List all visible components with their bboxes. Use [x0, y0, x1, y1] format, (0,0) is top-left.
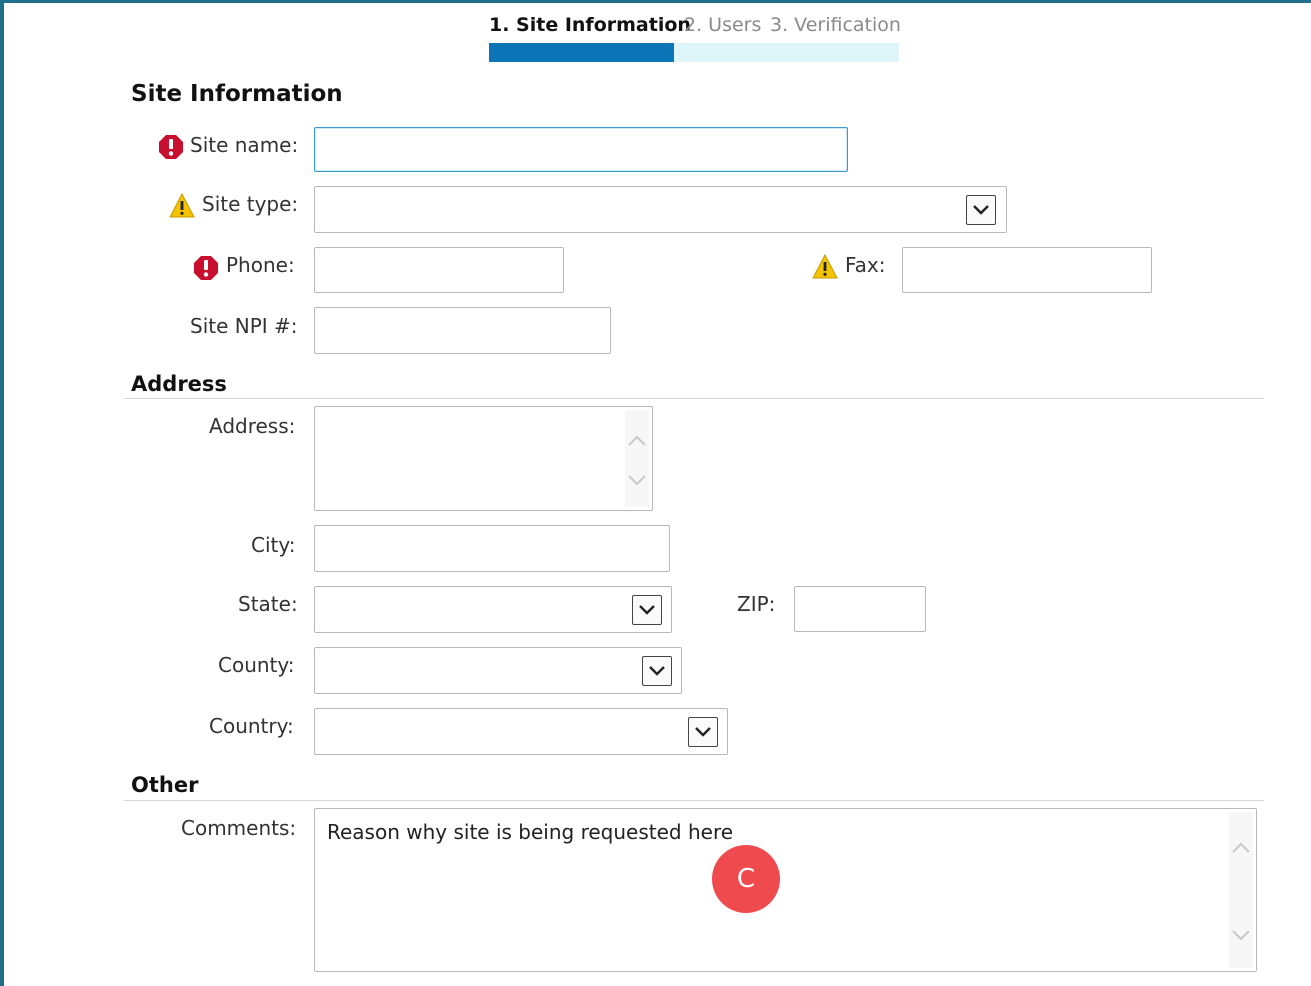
step-verification[interactable]: 3. Verification [770, 14, 901, 36]
state-dropdown-button[interactable] [632, 595, 662, 625]
site-type-dropdown-button[interactable] [966, 195, 996, 225]
country-label: Country: [209, 714, 294, 738]
site-type-select[interactable] [314, 186, 1007, 233]
fax-input[interactable] [902, 247, 1152, 293]
required-icon [194, 256, 218, 280]
state-select[interactable] [314, 586, 672, 633]
section-title-address: Address [131, 372, 227, 396]
progress-fill [489, 43, 674, 62]
section-title-other: Other [131, 773, 199, 797]
country-select[interactable] [314, 708, 728, 755]
county-dropdown-button[interactable] [642, 656, 672, 686]
comments-textarea[interactable]: Reason why site is being requested here [314, 808, 1257, 972]
site-name-label: Site name: [190, 133, 299, 157]
step-site-information[interactable]: 1. Site Information [489, 14, 691, 36]
comments-value: Reason why site is being requested here [327, 820, 734, 844]
scroll-down-icon[interactable] [1231, 925, 1251, 945]
chevron-down-icon [695, 727, 711, 737]
fax-label: Fax: [845, 253, 886, 277]
phone-input[interactable] [314, 247, 564, 293]
scroll-up-icon[interactable] [1231, 838, 1251, 858]
address-label: Address: [209, 414, 296, 438]
annotation-badge: C [712, 845, 780, 913]
chevron-down-icon [649, 666, 665, 676]
address-textarea[interactable] [314, 406, 653, 511]
zip-label: ZIP: [737, 592, 776, 616]
progress-track [489, 43, 899, 62]
zip-input[interactable] [794, 586, 926, 632]
city-label: City: [251, 533, 296, 557]
chevron-down-icon [639, 605, 655, 615]
site-npi-label: Site NPI #: [190, 314, 298, 338]
warning-icon [812, 254, 838, 279]
section-title-site-information: Site Information [131, 81, 343, 107]
comments-label: Comments: [181, 816, 297, 840]
site-name-input[interactable] [314, 127, 848, 172]
city-input[interactable] [314, 525, 670, 572]
phone-label: Phone: [226, 253, 295, 277]
county-select[interactable] [314, 647, 682, 694]
section-divider [124, 800, 1264, 801]
section-divider [124, 398, 1264, 399]
warning-icon [169, 193, 195, 218]
county-label: County: [218, 653, 295, 677]
chevron-down-icon [973, 205, 989, 215]
address-scrollbar[interactable] [625, 410, 649, 507]
scroll-up-icon[interactable] [627, 431, 647, 451]
scroll-down-icon[interactable] [627, 470, 647, 490]
site-type-label: Site type: [202, 192, 299, 216]
step-users[interactable]: 2. Users [684, 14, 761, 36]
required-icon [159, 135, 183, 159]
country-dropdown-button[interactable] [688, 717, 718, 747]
state-label: State: [238, 592, 298, 616]
comments-scrollbar[interactable] [1229, 812, 1253, 968]
site-npi-input[interactable] [314, 307, 611, 354]
